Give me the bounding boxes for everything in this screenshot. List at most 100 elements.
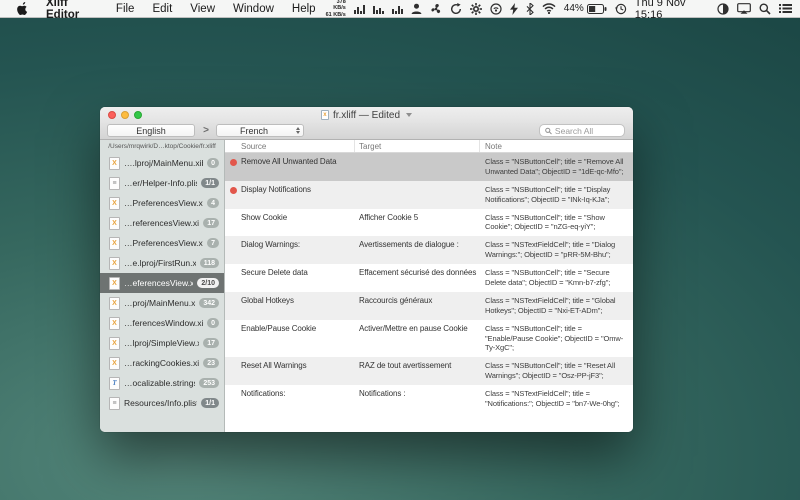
note-cell: Class = "NSButtonCell"; title = "Display… — [480, 185, 633, 205]
table-row[interactable]: Show Cookie Afficher Cookie 5 Class = "N… — [225, 209, 633, 237]
note-cell: Class = "NSTextFieldCell"; title = "Noti… — [480, 389, 633, 409]
table-row[interactable]: Notifications: Notifications : Class = "… — [225, 385, 633, 413]
source-cell: Remove All Unwanted Data — [241, 157, 336, 168]
source-language-button[interactable]: English — [107, 124, 195, 137]
sidebar-item[interactable]: X …PreferencesView.xib 7 — [100, 233, 224, 253]
search-field[interactable] — [539, 124, 625, 137]
spotlight-icon[interactable] — [759, 3, 771, 15]
battery-indicator[interactable]: 44% — [564, 3, 607, 14]
target-cell: Effacement sécurisé des données — [355, 268, 480, 279]
sidebar-item[interactable]: X …e.lproj/FirstRun.xib 118 — [100, 253, 224, 273]
count-badge: 0 — [207, 158, 219, 168]
file-label: …rackingCookies.xib — [124, 358, 199, 368]
count-badge: 4 — [207, 198, 219, 208]
sync-icon[interactable] — [450, 3, 462, 15]
cpu-meter-icon[interactable] — [354, 3, 365, 14]
document-proxy-icon[interactable]: x — [321, 110, 329, 120]
sidebar-item[interactable]: X …proj/MainMenu.xib 342 — [100, 293, 224, 313]
window-title: fr.xliff — Edited — [333, 110, 400, 121]
xib-file-icon: X — [109, 257, 120, 270]
search-icon — [545, 127, 552, 135]
target-cell: Raccourcis généraux — [355, 296, 480, 307]
table-row[interactable]: Display Notifications Class = "NSButtonC… — [225, 181, 633, 209]
file-label: …PreferencesView.xib — [124, 238, 203, 248]
sidebar-item[interactable]: T …ocalizable.strings 253 — [100, 373, 224, 393]
title-bar[interactable]: x fr.xliff — Edited — [100, 107, 633, 123]
table-row[interactable]: Secure Delete data Effacement sécurisé d… — [225, 264, 633, 292]
xib-file-icon: X — [109, 317, 120, 330]
menu-clock[interactable]: Thu 9 Nov 15:16 — [635, 0, 709, 21]
contrast-icon[interactable] — [717, 3, 729, 15]
count-badge: 118 — [200, 258, 219, 268]
menu-edit[interactable]: Edit — [143, 0, 181, 18]
title-chevron-down-icon[interactable] — [406, 113, 412, 117]
column-header-target[interactable]: Target — [355, 140, 480, 152]
target-cell: Notifications : — [355, 389, 480, 400]
toolbar: English > French — [100, 123, 633, 140]
target-cell: Afficher Cookie 5 — [355, 213, 480, 224]
file-label: …proj/MainMenu.xib — [124, 298, 195, 308]
gear-icon[interactable] — [470, 3, 482, 15]
count-badge: 23 — [203, 358, 219, 368]
table-row[interactable]: Global Hotkeys Raccourcis généraux Class… — [225, 292, 633, 320]
translation-table: Source Target Note Remove All Unwanted D… — [225, 140, 633, 432]
count-badge: 0 — [207, 318, 219, 328]
source-cell: Reset All Warnings — [241, 361, 307, 372]
table-row[interactable]: Reset All Warnings RAZ de tout avertisse… — [225, 357, 633, 385]
xib-file-icon: X — [109, 297, 120, 310]
xliff-editor-window: x fr.xliff — Edited English > French /Us… — [100, 107, 633, 432]
bluetooth-icon[interactable] — [526, 3, 534, 15]
wifi-icon[interactable] — [542, 3, 556, 14]
sidebar-item[interactable]: ≡ Resources/Info.plist 1/1 — [100, 393, 224, 413]
target-cell: RAZ de tout avertissement — [355, 361, 480, 372]
notification-center-icon[interactable] — [779, 3, 792, 14]
time-machine-icon[interactable] — [615, 3, 627, 15]
apple-icon — [17, 2, 28, 15]
xib-file-icon: X — [109, 357, 120, 370]
column-header-source[interactable]: Source — [225, 140, 355, 152]
zoom-button[interactable] — [134, 111, 142, 119]
source-cell: Dialog Warnings: — [241, 240, 300, 251]
user-icon[interactable] — [411, 3, 422, 14]
note-cell: Class = "NSButtonCell"; title = "Remove … — [480, 157, 633, 177]
direction-arrow: > — [199, 124, 213, 137]
plist-file-icon: ≡ — [109, 397, 120, 410]
xib-file-icon: X — [109, 157, 120, 170]
network-speed-indicator[interactable]: 378 KB/s 61 KB/s — [325, 0, 346, 18]
menu-file[interactable]: File — [107, 0, 144, 18]
file-path: /Users/mrqwirk/D…ktop/Cookie/fr.xliff — [100, 140, 224, 153]
sidebar-item[interactable]: X …ferencesWindow.xib 0 — [100, 313, 224, 333]
sidebar-item[interactable]: ≡ …er/Helper-Info.plist 1/1 — [100, 173, 224, 193]
table-row[interactable]: Enable/Pause Cookie Activer/Mettre en pa… — [225, 320, 633, 358]
menu-window[interactable]: Window — [224, 0, 283, 18]
menu-app-name[interactable]: Xliff Editor — [37, 0, 107, 18]
sidebar-item[interactable]: X …rackingCookies.xib 23 — [100, 353, 224, 373]
sidebar-item[interactable]: X …PreferencesView.xib 4 — [100, 193, 224, 213]
lightning-icon[interactable] — [510, 3, 518, 15]
menu-view[interactable]: View — [181, 0, 224, 18]
sidebar-item[interactable]: X …referencesView.xib 17 — [100, 213, 224, 233]
menu-help[interactable]: Help — [283, 0, 325, 18]
search-input[interactable] — [555, 126, 619, 136]
menu-bar-left: Xliff Editor File Edit View Window Help — [8, 0, 325, 18]
note-cell: Class = "NSButtonCell"; title = "Enable/… — [480, 324, 633, 354]
hotspot-icon[interactable] — [490, 3, 502, 15]
column-header-note[interactable]: Note — [480, 140, 633, 152]
file-label: …er/Helper-Info.plist — [124, 178, 197, 188]
note-cell: Class = "NSTextFieldCell"; title = "Dial… — [480, 240, 633, 260]
apple-menu[interactable] — [8, 0, 37, 18]
minimize-button[interactable] — [121, 111, 129, 119]
close-button[interactable] — [108, 111, 116, 119]
count-badge: 253 — [199, 378, 219, 388]
target-language-popup[interactable]: French — [216, 124, 304, 137]
display-icon[interactable] — [737, 3, 751, 14]
table-row[interactable]: Dialog Warnings: Avertissements de dialo… — [225, 236, 633, 264]
fan-icon[interactable] — [430, 3, 442, 15]
memory-meter-icon[interactable] — [373, 3, 384, 14]
table-row-selected[interactable]: Remove All Unwanted Data Class = "NSButt… — [225, 153, 633, 181]
plist-file-icon: ≡ — [109, 177, 120, 190]
disk-meter-icon[interactable] — [392, 3, 403, 14]
sidebar-item[interactable]: X …lproj/SimpleView.xib 17 — [100, 333, 224, 353]
sidebar-item[interactable]: X ….lproj/MainMenu.xib 0 — [100, 153, 224, 173]
sidebar-item-selected[interactable]: X …eferencesView.xib 2/10 — [100, 273, 224, 293]
